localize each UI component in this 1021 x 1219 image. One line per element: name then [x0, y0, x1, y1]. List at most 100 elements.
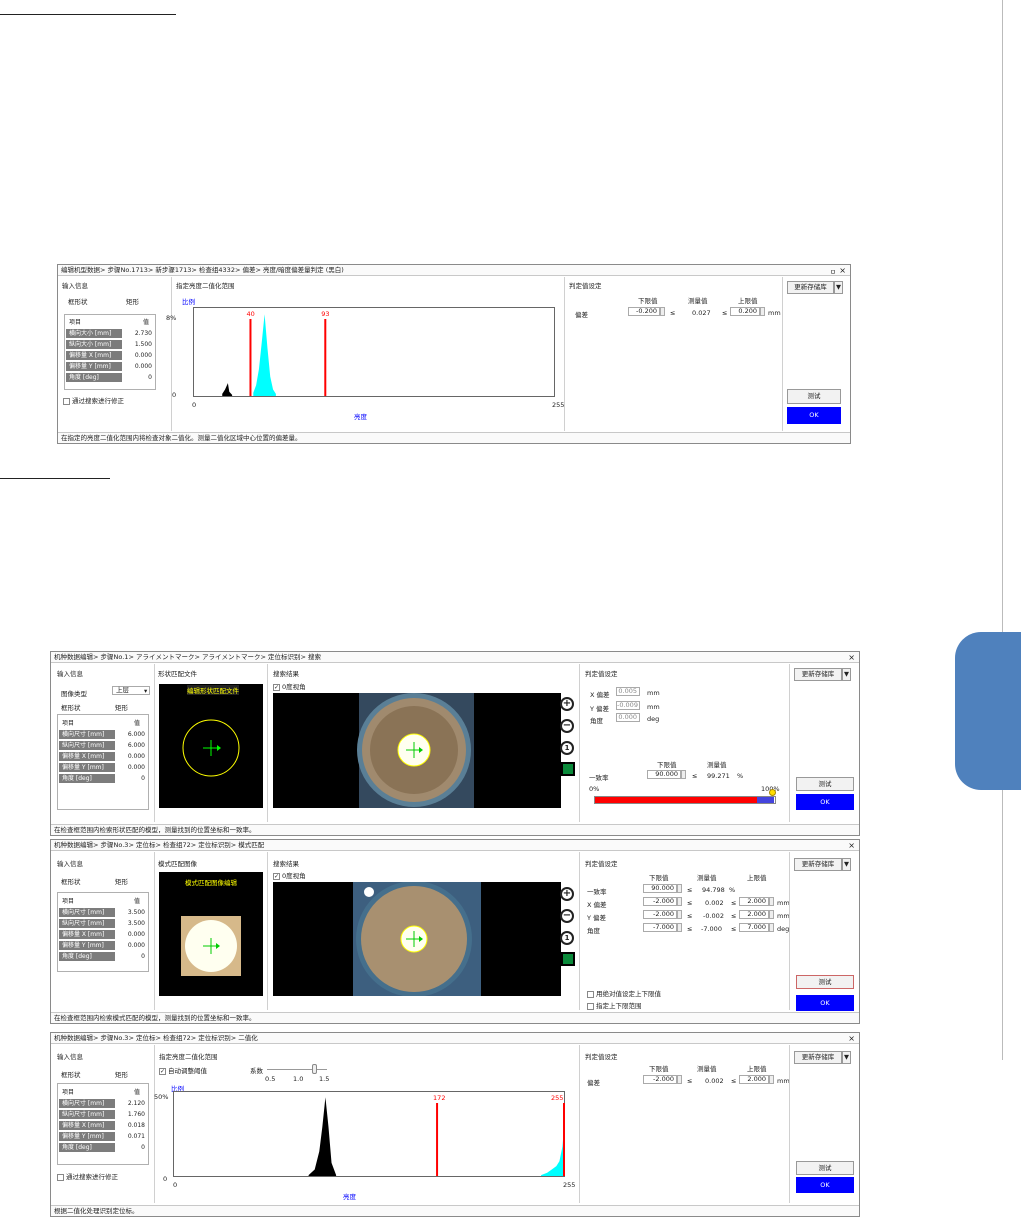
histogram-chart[interactable]: 172 255: [173, 1091, 565, 1177]
ok-button[interactable]: OK: [796, 995, 854, 1011]
ok-button[interactable]: OK: [796, 794, 854, 810]
update-library-button[interactable]: 更新存储库: [794, 668, 842, 681]
table-row[interactable]: 偏移量 X [mm] 0.000: [58, 929, 148, 939]
checkbox-box[interactable]: [57, 1173, 64, 1181]
upper-spinner[interactable]: [769, 910, 774, 919]
absolute-limit-checkbox[interactable]: 用绝对值设定上下限值: [587, 988, 661, 998]
match-lower-input[interactable]: 90.000: [643, 884, 677, 893]
chevron-down-icon[interactable]: ▾: [144, 687, 147, 695]
lower-spinner[interactable]: [677, 910, 682, 919]
upper-limit-input[interactable]: 2.000: [739, 1075, 769, 1084]
lower-spinner[interactable]: [677, 923, 682, 932]
table-row[interactable]: 横向大小 [mm] 2.730: [65, 328, 155, 338]
correct-by-search-checkbox[interactable]: 通过搜索进行修正: [57, 1171, 118, 1181]
table-row[interactable]: 纵向大小 [mm] 1.500: [65, 339, 155, 349]
zero-view-checkbox[interactable]: ✓ 0度视角: [273, 681, 306, 691]
close-icon[interactable]: ×: [848, 652, 855, 663]
update-library-button[interactable]: 更新存储库: [787, 281, 834, 294]
table-row[interactable]: 偏移量 Y [mm] 0.000: [58, 762, 148, 772]
pin-icon[interactable]: ㅁ: [830, 266, 836, 276]
upper-spinner[interactable]: [769, 1075, 774, 1084]
lower-spinner[interactable]: [677, 897, 682, 906]
close-icon[interactable]: ×: [848, 1033, 855, 1044]
test-button[interactable]: 测试: [787, 389, 841, 404]
upper-spinner[interactable]: [769, 897, 774, 906]
table-row[interactable]: 角度 [deg] 0: [58, 773, 148, 783]
test-button[interactable]: 测试: [796, 1161, 854, 1175]
limit-range-checkbox[interactable]: 指定上下限范围: [587, 1000, 642, 1010]
table-row[interactable]: 纵向尺寸 [mm] 6.000: [58, 740, 148, 750]
table-row[interactable]: 偏移量 Y [mm] 0.000: [58, 940, 148, 950]
table-row[interactable]: 偏移量 X [mm] 0.000: [58, 751, 148, 761]
correct-by-search-checkbox[interactable]: 通过搜索进行修正: [63, 395, 124, 405]
checkbox-box[interactable]: [587, 990, 594, 998]
panel-title: 机种数据编辑> 步骤No.1> アライメントマーク> アライメントマーク> 定位…: [51, 652, 859, 663]
test-button[interactable]: 测试: [796, 975, 854, 989]
match-lower-input[interactable]: 90.000: [647, 770, 681, 779]
x-upper-input[interactable]: 2.000: [739, 897, 769, 906]
lower-spinner[interactable]: [681, 770, 686, 779]
table-row[interactable]: 纵向尺寸 [mm] 3.500: [58, 918, 148, 928]
table-row[interactable]: 横向尺寸 [mm] 3.500: [58, 907, 148, 917]
zoom-out-icon[interactable]: −: [560, 719, 574, 733]
shape-value: 矩形: [126, 298, 139, 306]
angle-lower-input[interactable]: -7.000: [643, 923, 677, 932]
checkbox-box[interactable]: ✓: [273, 872, 280, 880]
dropdown-arrow-icon[interactable]: ▼: [842, 668, 851, 681]
table-row[interactable]: 角度 [deg] 0: [58, 951, 148, 961]
test-button[interactable]: 测试: [796, 777, 854, 791]
y-upper-input[interactable]: 2.000: [739, 910, 769, 919]
coefficient-slider-handle[interactable]: [312, 1064, 317, 1074]
search-result-picture: [353, 882, 481, 996]
zoom-in-icon[interactable]: +: [560, 697, 574, 711]
y-min-label: 0: [172, 391, 177, 399]
y-lower-input[interactable]: -2.000: [643, 910, 677, 919]
auto-threshold-checkbox[interactable]: ✓ 自动调整阈值: [159, 1065, 207, 1075]
table-row[interactable]: 纵向尺寸 [mm] 1.760: [58, 1109, 148, 1119]
upper-spinner[interactable]: [769, 923, 774, 932]
update-library-button[interactable]: 更新存储库: [794, 1051, 842, 1064]
full-view-icon[interactable]: [561, 952, 575, 966]
upper-limit-input[interactable]: 0.200: [730, 307, 760, 316]
zoom-fit-icon[interactable]: 1: [560, 741, 574, 755]
lower-limit-input[interactable]: -0.200: [628, 307, 660, 316]
close-icon[interactable]: ×: [848, 840, 855, 851]
table-row[interactable]: 偏移量 X [mm] 0.018: [58, 1120, 148, 1130]
slider-handle[interactable]: [769, 789, 776, 796]
table-row[interactable]: 偏移量 Y [mm] 0.071: [58, 1131, 148, 1141]
checkbox-box[interactable]: ✓: [273, 683, 280, 691]
table-row[interactable]: 角度 [deg] 0: [65, 372, 155, 382]
dropdown-arrow-icon[interactable]: ▼: [842, 858, 851, 871]
table-row[interactable]: 横向尺寸 [mm] 2.120: [58, 1098, 148, 1108]
update-library-button[interactable]: 更新存储库: [794, 858, 842, 871]
x-lower-input[interactable]: -2.000: [643, 897, 677, 906]
divider: [782, 277, 783, 431]
zoom-in-icon[interactable]: +: [560, 887, 574, 901]
zero-view-checkbox[interactable]: ✓ 0度视角: [273, 870, 306, 880]
angle-upper-input[interactable]: 7.000: [739, 923, 769, 932]
full-view-icon[interactable]: [561, 762, 575, 776]
param-table: 项目 值 横向尺寸 [mm] 6.000 纵向尺寸 [mm] 6.000 偏移量 X…: [57, 714, 149, 810]
checkbox-box[interactable]: ✓: [159, 1067, 166, 1075]
table-row[interactable]: 偏移量 X [mm] 0.000: [65, 350, 155, 360]
lower-limit-input[interactable]: -2.000: [643, 1075, 677, 1084]
zoom-fit-icon[interactable]: 1: [560, 931, 574, 945]
histogram-chart[interactable]: 40 93: [193, 307, 555, 397]
close-icon[interactable]: ×: [839, 265, 846, 276]
zoom-out-icon[interactable]: −: [560, 909, 574, 923]
match-rate-bar[interactable]: [594, 796, 776, 804]
lower-spinner[interactable]: [660, 307, 665, 316]
dropdown-arrow-icon[interactable]: ▼: [842, 1051, 851, 1064]
table-row[interactable]: 角度 [deg] 0: [58, 1142, 148, 1152]
lower-spinner[interactable]: [677, 884, 682, 893]
table-row[interactable]: 横向尺寸 [mm] 6.000: [58, 729, 148, 739]
checkbox-box[interactable]: [587, 1002, 594, 1010]
lower-spinner[interactable]: [677, 1075, 682, 1084]
dropdown-arrow-icon[interactable]: ▼: [834, 281, 843, 294]
checkbox-box[interactable]: [63, 397, 70, 405]
ok-button[interactable]: OK: [796, 1177, 854, 1193]
coefficient-slider-track[interactable]: [267, 1069, 327, 1070]
ok-button[interactable]: OK: [787, 407, 841, 424]
upper-spinner[interactable]: [760, 307, 765, 316]
table-row[interactable]: 偏移量 Y [mm] 0.000: [65, 361, 155, 371]
